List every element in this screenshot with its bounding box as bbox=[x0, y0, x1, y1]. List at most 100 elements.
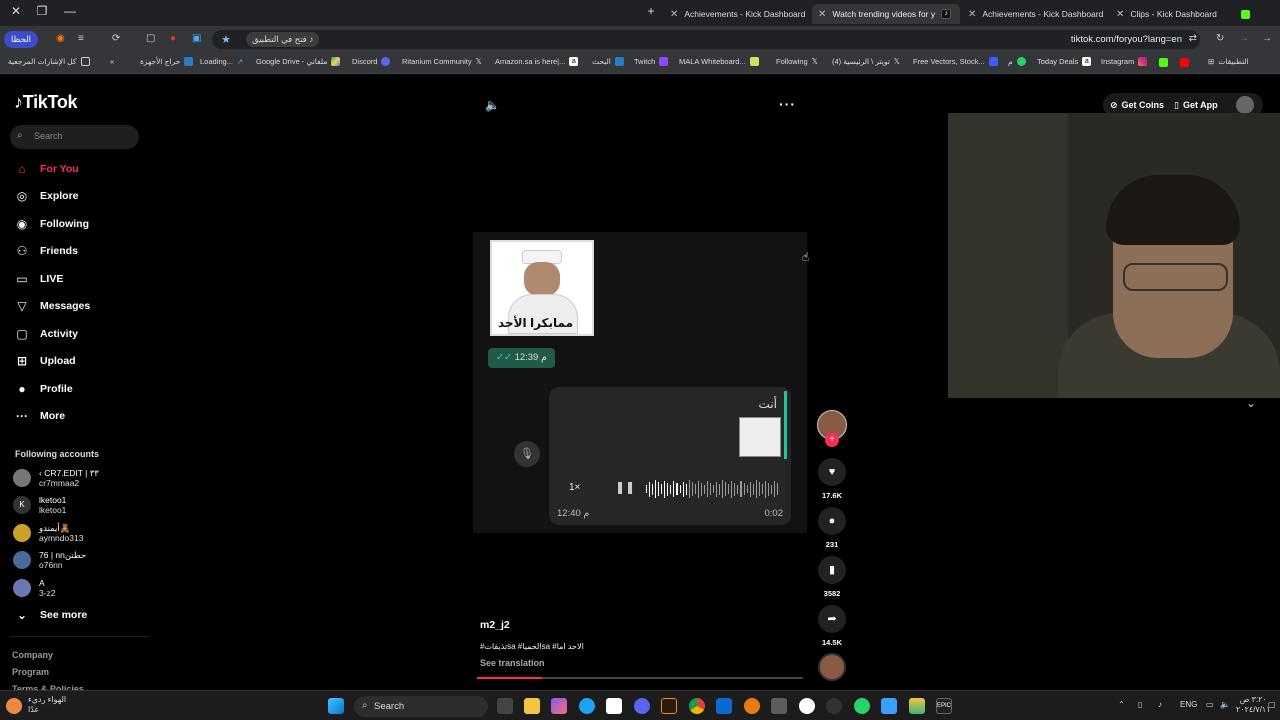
get-app-button[interactable]: ▯ Get App bbox=[1174, 95, 1218, 115]
weather-widget[interactable]: الهواء رديء غدًا bbox=[28, 695, 66, 715]
following-account[interactable]: A 3-z2 bbox=[13, 575, 56, 601]
save-button[interactable]: ▮ 3582 bbox=[818, 556, 846, 598]
nav-for-you[interactable]: ⌂ For You bbox=[14, 159, 78, 179]
weather-icon[interactable] bbox=[6, 698, 22, 714]
blender-icon[interactable] bbox=[744, 698, 760, 714]
bookmark-instagram[interactable]: Instagram bbox=[1101, 57, 1148, 66]
whatsapp-icon[interactable] bbox=[854, 698, 870, 714]
chevron-down-icon[interactable]: ⌄ bbox=[1246, 396, 1256, 410]
bookmark-twitch[interactable]: Twitch bbox=[634, 57, 669, 66]
following-account[interactable]: Klketoo1 lketoo1 bbox=[13, 492, 66, 518]
tray-icon[interactable]: ▯ bbox=[1138, 700, 1142, 709]
tune-icon[interactable]: ⇄ bbox=[1189, 33, 1197, 44]
footer-program[interactable]: Program bbox=[12, 667, 49, 677]
tab-kick-achievements[interactable]: ✕ Achievements - Kick Dashboard bbox=[664, 4, 810, 24]
bookmark-drive[interactable]: Google Drive - ملفاتي bbox=[256, 57, 341, 66]
close-tab-icon[interactable]: ✕ bbox=[1116, 9, 1124, 20]
comment-button[interactable]: ● 231 bbox=[818, 507, 846, 549]
user-avatar[interactable] bbox=[1236, 96, 1254, 114]
bookmark-following[interactable]: Following 𝕏 bbox=[776, 57, 818, 66]
bookmark-amazon[interactable]: Amazon.sa is here|... a bbox=[495, 57, 579, 66]
youtube-icon[interactable] bbox=[1180, 58, 1189, 67]
close-tab-icon[interactable]: ✕ bbox=[968, 9, 976, 20]
tab-tiktok[interactable]: ✕ Watch trending videos for y ♪ bbox=[812, 4, 960, 24]
copilot-icon[interactable] bbox=[551, 698, 567, 714]
chevron-icon[interactable]: « bbox=[110, 57, 114, 66]
bookmark-haraj[interactable]: حراج الأجهزة bbox=[140, 57, 194, 66]
nav-explore[interactable]: ◎ Explore bbox=[14, 186, 79, 206]
bookmark-star-icon[interactable]: ★ bbox=[221, 33, 231, 46]
bookmark-loading[interactable]: Loading... ↗ bbox=[200, 57, 243, 66]
following-account[interactable]: 76 | nnحطتن o76nn bbox=[13, 547, 86, 573]
tab-kick-clips[interactable]: ✕ Clips - Kick Dashboard bbox=[1110, 4, 1256, 24]
mail-icon[interactable] bbox=[716, 698, 732, 714]
video-more-icon[interactable]: ··· bbox=[779, 96, 796, 112]
search-input[interactable]: ⌕ Search bbox=[10, 125, 139, 149]
kick-icon[interactable] bbox=[1159, 58, 1168, 67]
video-progress-bar[interactable] bbox=[477, 677, 803, 679]
video-author[interactable]: m2_j2 bbox=[480, 619, 510, 631]
network-icon[interactable]: ▭ bbox=[1206, 700, 1214, 709]
app-icon[interactable] bbox=[881, 698, 897, 714]
like-button[interactable]: ♥ 17.6K bbox=[818, 458, 846, 500]
store-icon[interactable] bbox=[606, 698, 622, 714]
nav-live[interactable]: ▭ LIVE bbox=[14, 269, 63, 289]
share-button[interactable]: ➦ 14.5K bbox=[818, 605, 846, 647]
window-minimize-icon[interactable]: — bbox=[60, 4, 80, 18]
language-indicator[interactable]: ENG bbox=[1180, 700, 1197, 709]
chrome-icon[interactable] bbox=[689, 698, 705, 714]
nav-following[interactable]: ◉ Following bbox=[14, 214, 89, 234]
notification-icon[interactable]: ▢ bbox=[1268, 700, 1276, 709]
see-translation-link[interactable]: See translation bbox=[480, 658, 545, 668]
tray-icon[interactable]: ♪ bbox=[1158, 700, 1162, 709]
bookmark-discord[interactable]: Discord bbox=[352, 57, 391, 66]
clock[interactable]: ٣:٢٠ ص ٢٠٢٤/٧/١١ bbox=[1236, 695, 1271, 715]
windows-start-icon[interactable] bbox=[328, 698, 344, 714]
bookmark-vectors[interactable]: Free Vectors, Stock... bbox=[913, 57, 998, 66]
edge-icon[interactable] bbox=[579, 698, 595, 714]
taskbar-search[interactable]: ⌕ Search bbox=[354, 696, 488, 717]
forward-icon[interactable]: → bbox=[1239, 33, 1249, 44]
bookmark-ritanium[interactable]: Ritanium Community 𝕏 bbox=[402, 57, 482, 66]
task-view-icon[interactable] bbox=[497, 698, 513, 714]
tab-kick-achievements-2[interactable]: ✕ Achievements - Kick Dashboard bbox=[962, 4, 1108, 24]
reload-icon[interactable]: ↻ bbox=[1216, 33, 1224, 44]
open-in-app-chip[interactable]: فتح في التطبيق ♪ bbox=[246, 32, 320, 47]
footer-company[interactable]: Company bbox=[12, 650, 53, 660]
get-coins-button[interactable]: ⊘ Get Coins bbox=[1110, 95, 1164, 115]
bookmark-twitter[interactable]: (4) تويتر \ الرئيسية 𝕏 bbox=[832, 57, 900, 66]
nav-more[interactable]: ··· More bbox=[14, 406, 65, 426]
tiktok-logo[interactable]: ♪TikTok bbox=[14, 92, 78, 113]
profile-pill[interactable]: الحظا bbox=[4, 31, 39, 48]
back-icon[interactable]: → bbox=[1262, 33, 1272, 44]
volume-icon[interactable]: 🔈 bbox=[1220, 700, 1230, 709]
extension-icon[interactable]: ◉ bbox=[56, 33, 65, 44]
nav-friends[interactable]: ⚇ Friends bbox=[14, 241, 78, 261]
follow-plus-icon[interactable]: + bbox=[825, 433, 839, 447]
bookmark-mala[interactable]: MALA Whiteboard... bbox=[679, 57, 759, 66]
volume-icon[interactable]: 🔈 bbox=[485, 98, 500, 112]
obs-icon[interactable] bbox=[826, 698, 842, 714]
bookmark-all[interactable]: كل الإشارات المرجعية bbox=[8, 57, 90, 66]
video-player[interactable]: ممابكرا الأحد ✓✓ 12:39 م أنت 1× ❚❚ 12:40… bbox=[473, 232, 807, 533]
extension-icon[interactable]: ▣ bbox=[192, 33, 201, 44]
url-box[interactable]: ★ فتح في التطبيق ♪ tiktok.com/foryou?lan… bbox=[212, 30, 1200, 49]
close-tab-icon[interactable]: ✕ bbox=[818, 9, 826, 20]
bookmark-search[interactable]: البحث bbox=[592, 57, 624, 66]
window-close-icon[interactable]: ✕ bbox=[6, 4, 26, 18]
extension-icon[interactable]: ● bbox=[170, 33, 176, 44]
close-tab-icon[interactable]: ✕ bbox=[670, 9, 678, 20]
bookmark-apps[interactable]: ⊞ التطبيقات bbox=[1208, 57, 1249, 66]
music-disc[interactable] bbox=[818, 653, 846, 681]
bookmark-deals[interactable]: Today Deals a bbox=[1037, 57, 1092, 66]
file-explorer-icon[interactable] bbox=[524, 698, 540, 714]
nav-upload[interactable]: ⊞ Upload bbox=[14, 351, 76, 371]
following-account[interactable]: أيمندو🧸 aymndo313 bbox=[13, 520, 83, 546]
extension-icon[interactable]: ⟳ bbox=[112, 33, 120, 44]
see-more-button[interactable]: ⌄ See more bbox=[14, 605, 87, 625]
following-account[interactable]: ‹ CR7.EDIT | ٣٣ cr7mmaa2 bbox=[13, 465, 99, 491]
extension-icon[interactable]: ≡ bbox=[78, 33, 84, 44]
tray-overflow-icon[interactable]: ⌃ bbox=[1118, 700, 1125, 709]
nav-activity[interactable]: ▢ Activity bbox=[14, 324, 78, 344]
app-icon[interactable] bbox=[771, 698, 787, 714]
